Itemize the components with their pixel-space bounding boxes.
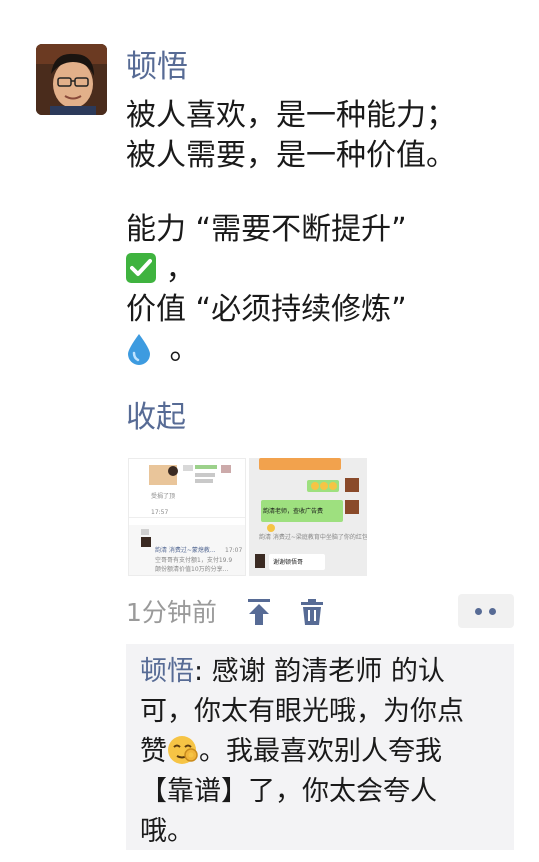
author-avatar[interactable] [36,44,107,115]
comment-line: 赞 。我最喜欢别人夸我 [140,732,504,772]
chat-screenshot-image [249,458,367,576]
post-time: 1分钟前 [126,598,217,627]
thumb1-line2: 空哥哥有支付额1，支付19.9 [155,557,233,564]
pin-to-top-icon[interactable] [246,598,272,626]
more-button[interactable] [458,594,514,628]
thumb1-caption: 受捐了顶 [151,493,176,500]
image-thumbnail-1[interactable]: 受捐了顶 17:57 韵清 消费过~蒙熄教... 17:07 空哥哥有支付额1，… [128,458,246,576]
comment-text: 。我最喜欢别人夸我 [199,736,442,767]
post-line: 能力 “需要不断提升” [126,212,407,247]
post-line: 价值 “必须持续修炼” [126,292,407,327]
droplet-emoji-icon [128,334,150,365]
author-name[interactable]: 顿悟 [126,46,188,88]
thumb1-time: 17:57 [151,509,169,516]
more-dot-icon [489,608,496,615]
post-text: 被人喜欢，是一种能力； 被人需要，是一种价值。 能力 “需要不断提升” ， 价值… [126,96,526,370]
comment-text: : 感谢 韵清老师 的认 [194,656,445,687]
post-line-period: 。 [169,332,200,367]
post-line: 。 [126,330,526,370]
post-line: 被人需要，是一种价值。 [126,138,456,173]
thumb1-time2: 17:07 [225,547,243,554]
commenter-name[interactable]: 顿悟 [140,656,194,687]
post-meta-row: 1分钟前 [126,594,516,632]
thumb2-thanks-text: 谢谢顿悟哥 [273,559,304,566]
collapse-link[interactable]: 收起 [126,397,186,439]
more-dot-icon [475,608,482,615]
comment-line: 可，你太有眼光哦，为你点 [140,696,464,727]
trash-icon[interactable] [300,598,324,626]
comment-box: 顿悟: 感谢 韵清老师 的认 可，你太有眼光哦，为你点 赞 。我最喜欢别人夸我 … [126,644,514,850]
avatar-photo [36,44,107,115]
thumb1-name: 韵清 消费过~蒙熄教... [155,547,216,554]
comment-line: 【靠谱】了，你太会夸人 [140,776,437,807]
thumb1-line3: 颠份额清价值10万的分享... [155,566,229,573]
comment-text: 赞 [140,736,167,767]
check-mark-emoji-icon [126,253,156,283]
comment-line: 哦。 [140,816,194,847]
comment-line: 顿悟: 感谢 韵清老师 的认 [140,652,504,692]
thumb2-bubble-text: 韵清老师，查收广告费 [263,508,324,515]
thumb2-reply-text: 韵清 消费过~梁庭教育中坐脑了你的红包 [259,534,367,541]
image-thumbnail-2[interactable]: 韵清老师，查收广告费 韵清 消费过~梁庭教育中坐脑了你的红包 谢谢顿悟哥 [249,458,367,576]
okay-hand-face-emoji-icon [168,736,198,764]
post-line: 被人喜欢，是一种能力； [126,98,456,133]
post-line-comma: ， [165,252,196,287]
post-line: ， [126,250,526,290]
